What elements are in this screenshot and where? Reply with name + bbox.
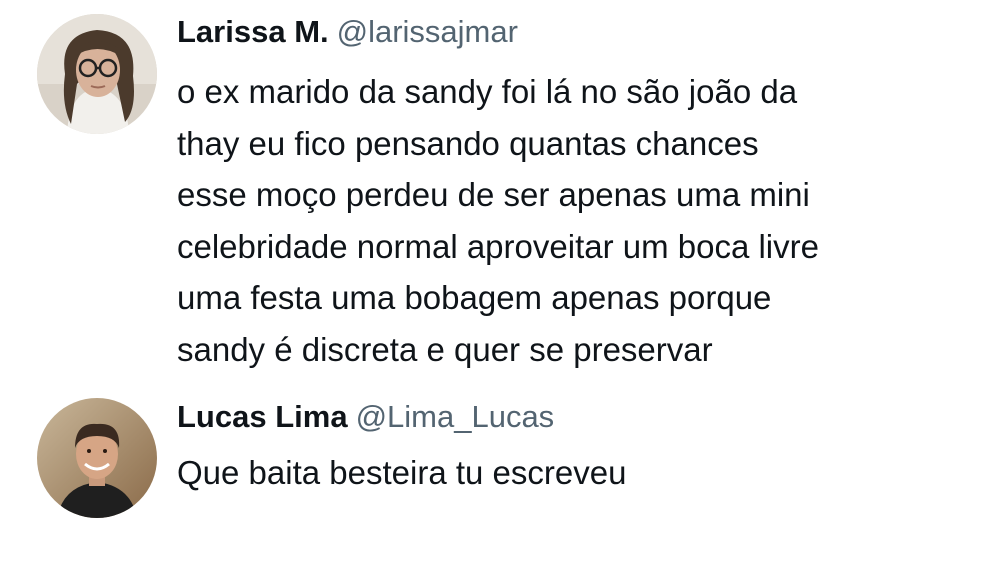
person-smiling-avatar-icon <box>37 398 157 518</box>
tweet-text-line: sandy é discreta e quer se preservar <box>177 330 713 368</box>
avatar-larissa[interactable] <box>37 14 157 134</box>
tweet-header: Larissa M. @larissajmar <box>177 12 518 52</box>
tweet-header: Lucas Lima @Lima_Lucas <box>177 397 554 437</box>
person-glasses-avatar-icon <box>37 14 157 134</box>
author-name[interactable]: Larissa M. <box>177 14 329 49</box>
tweet-text-line: uma festa uma bobagem apenas porque <box>177 279 772 316</box>
author-handle[interactable]: @larissajmar <box>337 14 518 49</box>
tweet-text-line: celebridade normal aproveitar um boca li… <box>177 227 819 265</box>
avatar-lucas[interactable] <box>37 398 157 518</box>
tweet-text: Que baita besteira tu escreveu <box>177 447 977 499</box>
tweet-text-line: o ex marido da sandy foi lá no são joão … <box>177 73 798 110</box>
tweet-text: o ex marido da sandy foi lá no são joão … <box>177 66 977 375</box>
author-name[interactable]: Lucas Lima <box>177 399 348 434</box>
author-handle[interactable]: @Lima_Lucas <box>356 399 555 434</box>
tweet-text-line: thay eu fico pensando quantas chances <box>177 124 759 162</box>
tweet-text-line: esse moço perdeu de ser apenas uma mini <box>177 176 810 213</box>
tweet-text-line: Que baita besteira tu escreveu <box>177 454 627 491</box>
